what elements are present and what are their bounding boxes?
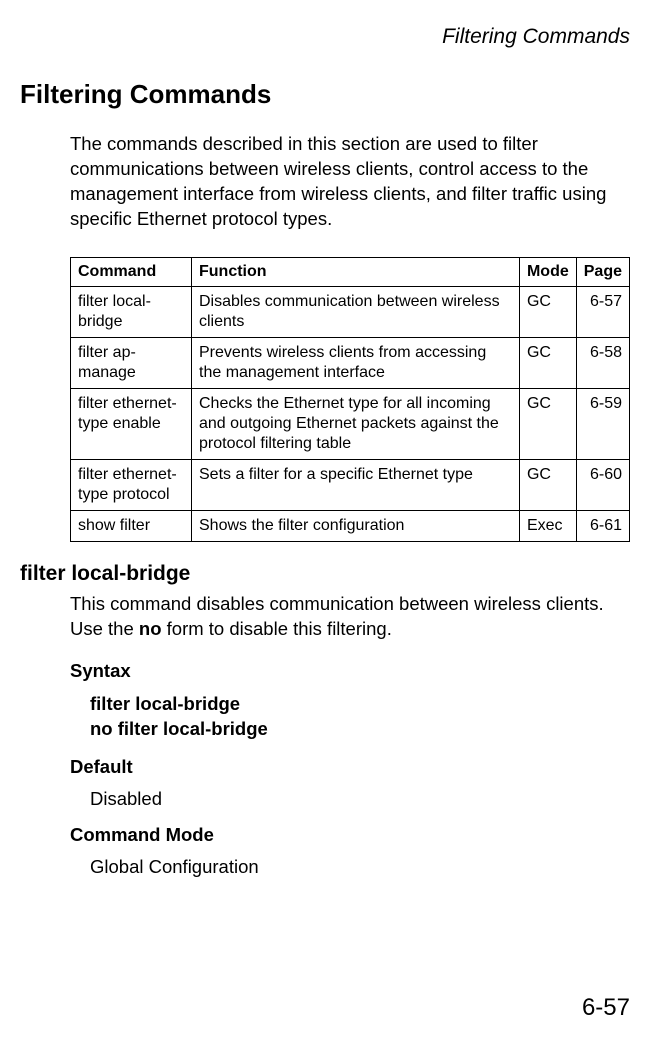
table-row: filter ethernet-type protocol Sets a fil… <box>71 459 630 510</box>
header-command: Command <box>71 257 192 286</box>
syntax-label: Syntax <box>70 660 630 682</box>
cell-page: 6-58 <box>576 337 629 388</box>
cell-function: Sets a filter for a specific Ethernet ty… <box>192 459 520 510</box>
command-mode-label: Command Mode <box>70 824 630 846</box>
command-table: Command Function Mode Page filter local-… <box>70 257 630 542</box>
header-function: Function <box>192 257 520 286</box>
header-mode: Mode <box>519 257 576 286</box>
cell-mode: GC <box>519 337 576 388</box>
default-label: Default <box>70 756 630 778</box>
intro-paragraph: The commands described in this section a… <box>70 132 630 232</box>
table-row: filter local-bridge Disables communicati… <box>71 286 630 337</box>
command-mode-value: Global Configuration <box>90 856 630 878</box>
table-header-row: Command Function Mode Page <box>71 257 630 286</box>
cell-mode: GC <box>519 286 576 337</box>
default-value: Disabled <box>90 788 630 810</box>
cell-function: Prevents wireless clients from accessing… <box>192 337 520 388</box>
description-bold: no <box>139 618 162 639</box>
cell-page: 6-61 <box>576 510 629 541</box>
cell-command: filter ethernet-type enable <box>71 388 192 459</box>
cell-command: filter local-bridge <box>71 286 192 337</box>
cell-page: 6-57 <box>576 286 629 337</box>
cell-mode: GC <box>519 459 576 510</box>
page-number: 6-57 <box>582 994 630 1022</box>
syntax-line2: no filter local-bridge <box>90 717 630 742</box>
cell-command: filter ethernet-type protocol <box>71 459 192 510</box>
table-row: filter ap-manage Prevents wireless clien… <box>71 337 630 388</box>
syntax-line1: filter local-bridge <box>90 692 630 717</box>
header-page: Page <box>576 257 629 286</box>
cell-page: 6-60 <box>576 459 629 510</box>
running-header: Filtering Commands <box>30 25 630 49</box>
table-row: show filter Shows the filter configurati… <box>71 510 630 541</box>
syntax-block: filter local-bridge no filter local-brid… <box>90 692 630 742</box>
cell-command: show filter <box>71 510 192 541</box>
description-part2: form to disable this filtering. <box>162 618 392 639</box>
command-description: This command disables communication betw… <box>70 592 630 642</box>
cell-function: Disables communication between wireless … <box>192 286 520 337</box>
table-row: filter ethernet-type enable Checks the E… <box>71 388 630 459</box>
cell-mode: Exec <box>519 510 576 541</box>
cell-function: Shows the filter configuration <box>192 510 520 541</box>
main-heading: Filtering Commands <box>20 79 630 110</box>
cell-mode: GC <box>519 388 576 459</box>
cell-page: 6-59 <box>576 388 629 459</box>
command-detail-heading: filter local-bridge <box>20 562 630 586</box>
cell-command: filter ap-manage <box>71 337 192 388</box>
cell-function: Checks the Ethernet type for all incomin… <box>192 388 520 459</box>
